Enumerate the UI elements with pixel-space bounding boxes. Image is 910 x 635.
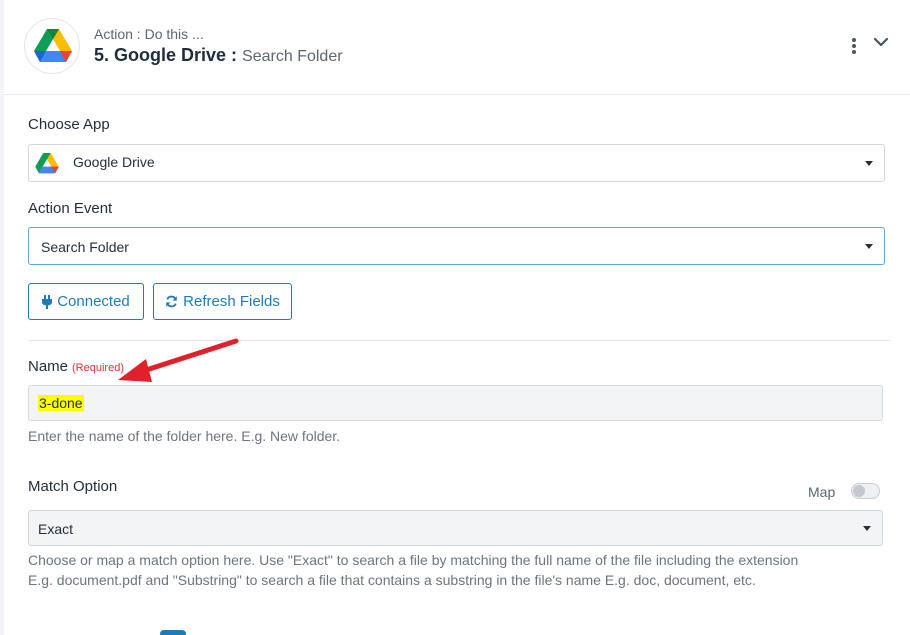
- refresh-icon: [166, 295, 177, 308]
- match-option-label: Match Option: [28, 478, 118, 495]
- action-step-header[interactable]: Action : Do this ... 5. Google Drive : S…: [4, 0, 910, 95]
- header-event: Search Folder: [242, 48, 343, 65]
- app-badge: [24, 18, 80, 74]
- plug-icon: [42, 294, 53, 309]
- refresh-fields-label: Refresh Fields: [183, 293, 280, 310]
- header-title: 5. Google Drive : Search Folder: [94, 45, 343, 66]
- caret-down-icon: [863, 526, 871, 531]
- name-input-value: 3-done: [38, 395, 84, 411]
- match-option-help-line-1: Choose or map a match option here. Use "…: [28, 552, 799, 568]
- choose-app-value: Google Drive: [73, 154, 155, 170]
- next-toggle-peek: [160, 630, 186, 635]
- action-event-label: Action Event: [28, 200, 113, 217]
- section-divider: [28, 340, 890, 341]
- match-option-value: Exact: [38, 521, 74, 537]
- chevron-down-icon[interactable]: [872, 36, 890, 50]
- required-marker: (Required): [72, 362, 124, 374]
- caret-down-icon: [865, 244, 873, 249]
- match-option-select[interactable]: Exact: [28, 510, 883, 546]
- choose-app-select[interactable]: Google Drive: [28, 144, 885, 182]
- action-event-select[interactable]: Search Folder: [28, 227, 885, 265]
- more-options-icon[interactable]: [850, 38, 858, 54]
- map-toggle[interactable]: [851, 483, 880, 499]
- match-option-help-line-2: E.g. document.pdf and "Substring" to sea…: [28, 572, 756, 588]
- name-help-text: Enter the name of the folder here. E.g. …: [28, 428, 341, 444]
- action-event-value: Search Folder: [41, 239, 129, 255]
- header-subtitle: Action : Do this ...: [94, 26, 204, 42]
- left-rail: [0, 0, 4, 635]
- name-input[interactable]: 3-done: [28, 385, 883, 421]
- choose-app-label: Choose App: [28, 116, 110, 133]
- google-drive-icon: [35, 153, 59, 174]
- connected-button[interactable]: Connected: [28, 283, 144, 320]
- connected-label: Connected: [57, 293, 130, 310]
- toggle-knob: [853, 485, 865, 497]
- header-app-step: 5. Google Drive :: [94, 45, 243, 65]
- caret-down-icon: [865, 161, 873, 166]
- map-toggle-label: Map: [808, 484, 836, 500]
- google-drive-icon: [34, 29, 72, 62]
- name-label: Name (Required): [28, 358, 124, 375]
- refresh-fields-button[interactable]: Refresh Fields: [153, 283, 292, 320]
- name-label-text: Name: [28, 358, 69, 375]
